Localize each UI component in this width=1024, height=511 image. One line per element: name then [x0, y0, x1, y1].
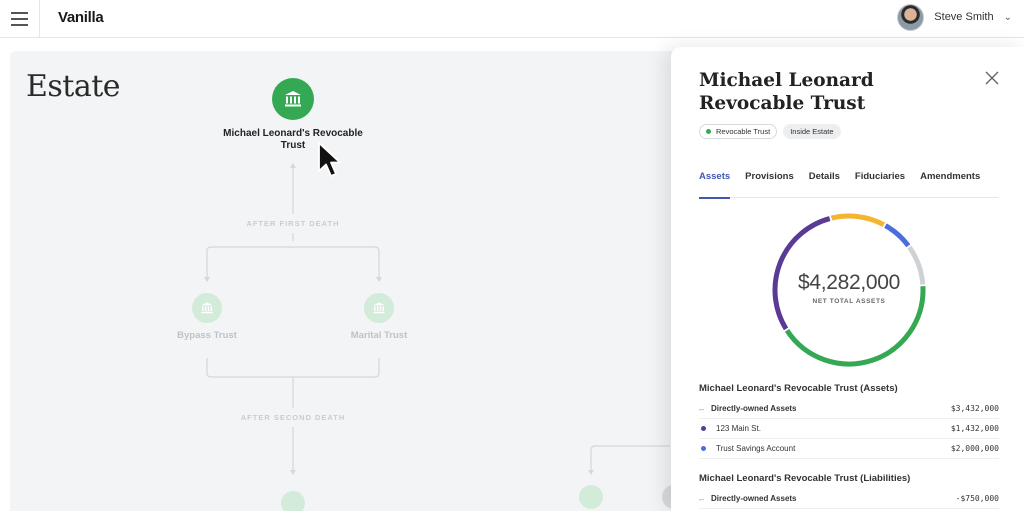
- mouse-pointer-icon: [318, 142, 341, 177]
- liabilities-section-title: Michael Leonard's Revocable Trust (Liabi…: [699, 473, 911, 484]
- trust-detail-panel: Michael Leonard Revocable Trust Revocabl…: [671, 47, 1024, 511]
- estate-canvas: Estate AFTER FIRST DEATH AFTER SECOND DE…: [10, 51, 710, 511]
- user-name: Steve Smith: [934, 11, 994, 23]
- tag-list: Revocable Trust Inside Estate: [699, 124, 841, 139]
- trust-node-next[interactable]: [281, 491, 305, 511]
- asset-name: Directly-owned Assets: [711, 404, 797, 413]
- arrow-down-icon: [588, 470, 594, 475]
- tab-details[interactable]: Details: [809, 166, 840, 198]
- user-menu[interactable]: Steve Smith ⌄: [897, 3, 1012, 31]
- tab-amendments[interactable]: Amendments: [920, 166, 980, 198]
- arrow-down-icon: [204, 277, 210, 282]
- badge-label: Revocable Trust: [716, 127, 771, 136]
- list-item[interactable]: – Directly-owned Assets -$750,000: [699, 489, 999, 509]
- arrow-up-icon: [290, 163, 296, 168]
- liability-name: Directly-owned Assets: [711, 494, 797, 503]
- inside-estate-badge: Inside Estate: [783, 124, 841, 139]
- list-item[interactable]: 123 Main St. $1,432,000: [699, 419, 999, 439]
- trust-node-revocable[interactable]: [272, 78, 314, 120]
- after-first-death-label: AFTER FIRST DEATH: [246, 219, 340, 228]
- asset-amount: $2,000,000: [950, 444, 999, 453]
- estate-flow-connectors: [204, 163, 670, 475]
- asset-name: Trust Savings Account: [716, 444, 796, 453]
- panel-tabs: Assets Provisions Details Fiduciaries Am…: [699, 166, 999, 199]
- trust-node-branch[interactable]: [579, 485, 603, 509]
- arrow-down-icon: [290, 470, 296, 475]
- connector-line: [590, 445, 670, 473]
- bank-icon: [201, 302, 213, 314]
- net-total-value: $4,282,000: [797, 271, 901, 294]
- tab-assets[interactable]: Assets: [699, 166, 731, 199]
- panel-title: Michael Leonard Revocable Trust: [699, 70, 874, 114]
- tab-provisions[interactable]: Provisions: [745, 166, 794, 198]
- menu-icon[interactable]: [0, 0, 40, 38]
- collapse-marker: –: [699, 493, 705, 504]
- assets-section-title: Michael Leonard's Revocable Trust (Asset…: [699, 383, 898, 394]
- list-item[interactable]: – Directly-owned Assets $3,432,000: [699, 399, 999, 419]
- after-second-death-label: AFTER SECOND DEATH: [240, 413, 346, 422]
- top-bar: Vanilla Steve Smith ⌄: [0, 0, 1024, 38]
- color-dot-icon: [701, 426, 706, 431]
- bank-icon: [373, 302, 385, 314]
- status-dot-icon: [706, 129, 711, 134]
- connector-line: [206, 246, 380, 281]
- bank-icon: [285, 91, 301, 107]
- donut-segment-2: [830, 213, 886, 227]
- marital-trust-label: Marital Trust: [350, 330, 408, 341]
- donut-segment-3: [884, 223, 911, 248]
- bypass-trust-label: Bypass Trust: [177, 330, 237, 341]
- trust-node-marital[interactable]: [364, 293, 394, 323]
- close-icon[interactable]: [983, 69, 1001, 87]
- tab-fiduciaries[interactable]: Fiduciaries: [855, 166, 905, 198]
- connector-line: [206, 358, 380, 378]
- arrow-down-icon: [376, 277, 382, 282]
- net-total-caption: NET TOTAL ASSETS: [812, 298, 886, 305]
- revocable-trust-badge: Revocable Trust: [699, 124, 778, 139]
- liability-amount: -$750,000: [955, 494, 999, 503]
- asset-amount: $1,432,000: [950, 424, 999, 433]
- brand-logo[interactable]: Vanilla: [58, 9, 104, 26]
- list-item[interactable]: Trust Savings Account $2,000,000: [699, 439, 999, 459]
- avatar[interactable]: [897, 3, 925, 31]
- asset-amount: $3,432,000: [950, 404, 999, 413]
- color-dot-icon: [701, 446, 706, 451]
- asset-name: 123 Main St.: [716, 424, 761, 433]
- collapse-marker: –: [699, 403, 705, 414]
- trust-node-bypass[interactable]: [192, 293, 222, 323]
- chevron-down-icon: ⌄: [1003, 11, 1012, 23]
